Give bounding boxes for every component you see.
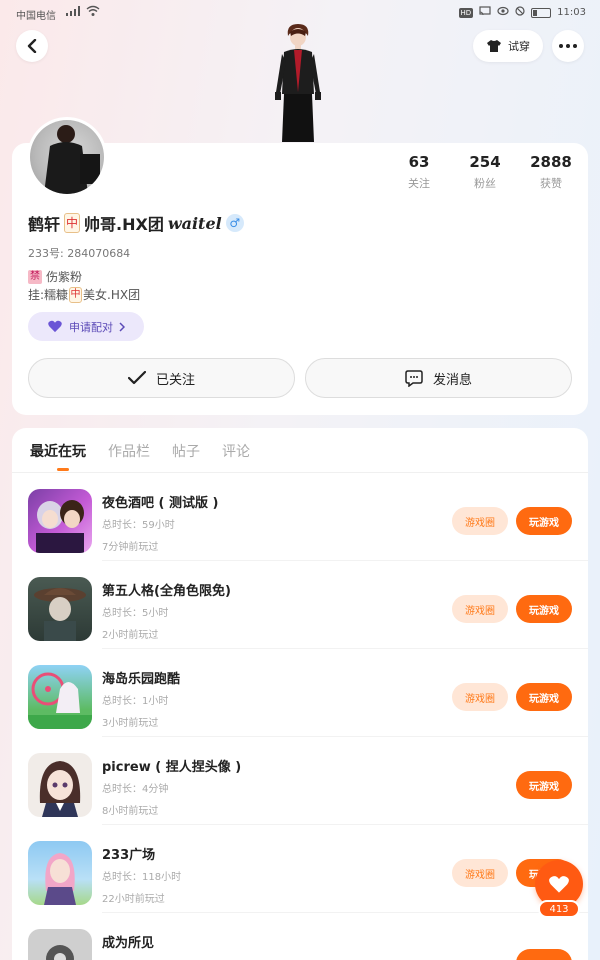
game-row[interactable]: 海岛乐园跑酷 总时长：1小时 3小时前玩过 游戏圈 玩游戏 — [12, 649, 588, 737]
avatar-character[interactable] — [270, 22, 326, 144]
game-title: 成为所见 — [102, 936, 155, 951]
chevron-right-icon — [119, 321, 125, 332]
game-duration: 总时长：118小时 — [102, 872, 182, 883]
play-game-button[interactable]: 玩游戏 — [516, 771, 572, 799]
like-count: 413 — [538, 900, 580, 918]
game-row[interactable]: 成为所见 — [12, 913, 588, 960]
game-circle-button[interactable]: 游戏圈 — [452, 595, 508, 623]
game-circle-button[interactable]: 游戏圈 — [452, 859, 508, 887]
game-last-played: 2小时前玩过 — [102, 630, 159, 641]
play-game-button[interactable]: 玩游戏 — [516, 683, 572, 711]
play-game-button[interactable]: 玩游戏 — [516, 507, 572, 535]
profile-stats: 63 关注 254 粉丝 2888 获赞 — [386, 153, 584, 191]
game-row[interactable]: 夜色酒吧 ( 测试版 ) 总时长：59小时 7分钟前玩过 游戏圈 玩游戏 — [12, 473, 588, 561]
game-duration: 总时长：1小时 — [102, 696, 169, 707]
tab-posts[interactable]: 帖子 — [172, 441, 200, 461]
game-cover — [28, 929, 92, 960]
hd-icon: HD — [458, 7, 474, 18]
game-circle-button[interactable]: 游戏圈 — [452, 683, 508, 711]
game-title: 海岛乐园跑酷 — [102, 672, 181, 687]
profile-tag-line-2: 挂:糯糠 中 美女.HX团 — [28, 286, 141, 303]
check-icon — [127, 371, 146, 385]
chevron-left-icon — [27, 39, 37, 53]
game-last-played: 3小时前玩过 — [102, 718, 159, 729]
game-title: 第五人格(全角色限免) — [102, 584, 231, 599]
profile-tabs: 最近在玩 作品栏 帖子 评论 — [30, 441, 250, 461]
battery-icon — [531, 7, 552, 18]
game-duration: 总时长：59小时 — [102, 520, 175, 531]
mahjong-tile-icon: 中 — [64, 213, 81, 233]
signal-icon — [66, 6, 80, 16]
active-tab-indicator — [57, 468, 69, 471]
username-suffix: waitel — [167, 213, 222, 233]
followed-button[interactable]: 已关注 — [28, 358, 295, 398]
game-title: 233广场 — [102, 848, 156, 863]
heart-icon — [549, 875, 569, 893]
user-avatar[interactable] — [27, 117, 107, 197]
game-cover — [28, 753, 92, 817]
game-row[interactable]: 第五人格(全角色限免) 总时长：5小时 2小时前玩过 游戏圈 玩游戏 — [12, 561, 588, 649]
back-button[interactable] — [16, 30, 48, 62]
game-cover — [28, 841, 92, 905]
more-dots-icon — [559, 44, 577, 48]
wifi-icon — [86, 5, 100, 20]
game-row[interactable]: picrew ( 捏人捏头像 ) 总时长：4分钟 8小时前玩过 玩游戏 — [12, 737, 588, 825]
cast-icon — [479, 6, 491, 19]
chat-bubble-icon — [405, 369, 423, 387]
game-cover — [28, 489, 92, 553]
heart-icon — [48, 320, 62, 333]
game-duration: 总时长：5小时 — [102, 608, 169, 619]
ban-badge-icon: 禁 — [28, 269, 42, 284]
stat-following[interactable]: 63 关注 — [386, 153, 452, 191]
clock: 11:03 — [557, 7, 586, 18]
game-row[interactable]: 233广场 总时长：118小时 22小时前玩过 游戏圈 玩游戏 — [12, 825, 588, 913]
tab-works[interactable]: 作品栏 — [108, 441, 150, 461]
username-mid: 帅哥.HX团 — [84, 215, 164, 234]
carrier-label: 中国电信 — [16, 11, 56, 22]
tab-comments[interactable]: 评论 — [222, 441, 250, 461]
tab-recently-played[interactable]: 最近在玩 — [30, 441, 86, 461]
user-id[interactable]: 233号: 284070684 — [28, 245, 130, 261]
game-last-played: 7分钟前玩过 — [102, 542, 159, 553]
try-on-label: 试穿 — [508, 40, 530, 53]
game-title: picrew ( 捏人捏头像 ) — [102, 760, 242, 775]
stat-likes[interactable]: 2888 获赞 — [518, 153, 584, 191]
profile-tag-line-1: 禁 伤紫粉 — [28, 269, 83, 284]
try-on-button[interactable]: 试穿 — [473, 30, 543, 62]
tshirt-icon — [487, 40, 501, 52]
username: 鹤轩 中 帅哥.HX团 waitel ♂ — [28, 211, 244, 235]
game-circle-button[interactable]: 游戏圈 — [452, 507, 508, 535]
game-cover — [28, 577, 92, 641]
play-game-button[interactable] — [516, 949, 572, 960]
play-game-button[interactable]: 玩游戏 — [516, 595, 572, 623]
game-duration: 总时长：4分钟 — [102, 784, 169, 795]
game-last-played: 22小时前玩过 — [102, 894, 165, 905]
eye-icon — [497, 6, 509, 19]
mahjong-tile-icon: 中 — [69, 286, 83, 303]
username-prefix: 鹤轩 — [28, 215, 61, 234]
male-gender-icon: ♂ — [225, 214, 244, 232]
silent-icon — [515, 6, 525, 19]
stat-followers[interactable]: 254 粉丝 — [452, 153, 518, 191]
game-cover — [28, 665, 92, 729]
send-message-button[interactable]: 发消息 — [305, 358, 572, 398]
game-title: 夜色酒吧 ( 测试版 ) — [102, 496, 219, 511]
game-last-played: 8小时前玩过 — [102, 806, 159, 817]
more-button[interactable] — [552, 30, 584, 62]
request-pair-button[interactable]: 申请配对 — [28, 312, 144, 341]
